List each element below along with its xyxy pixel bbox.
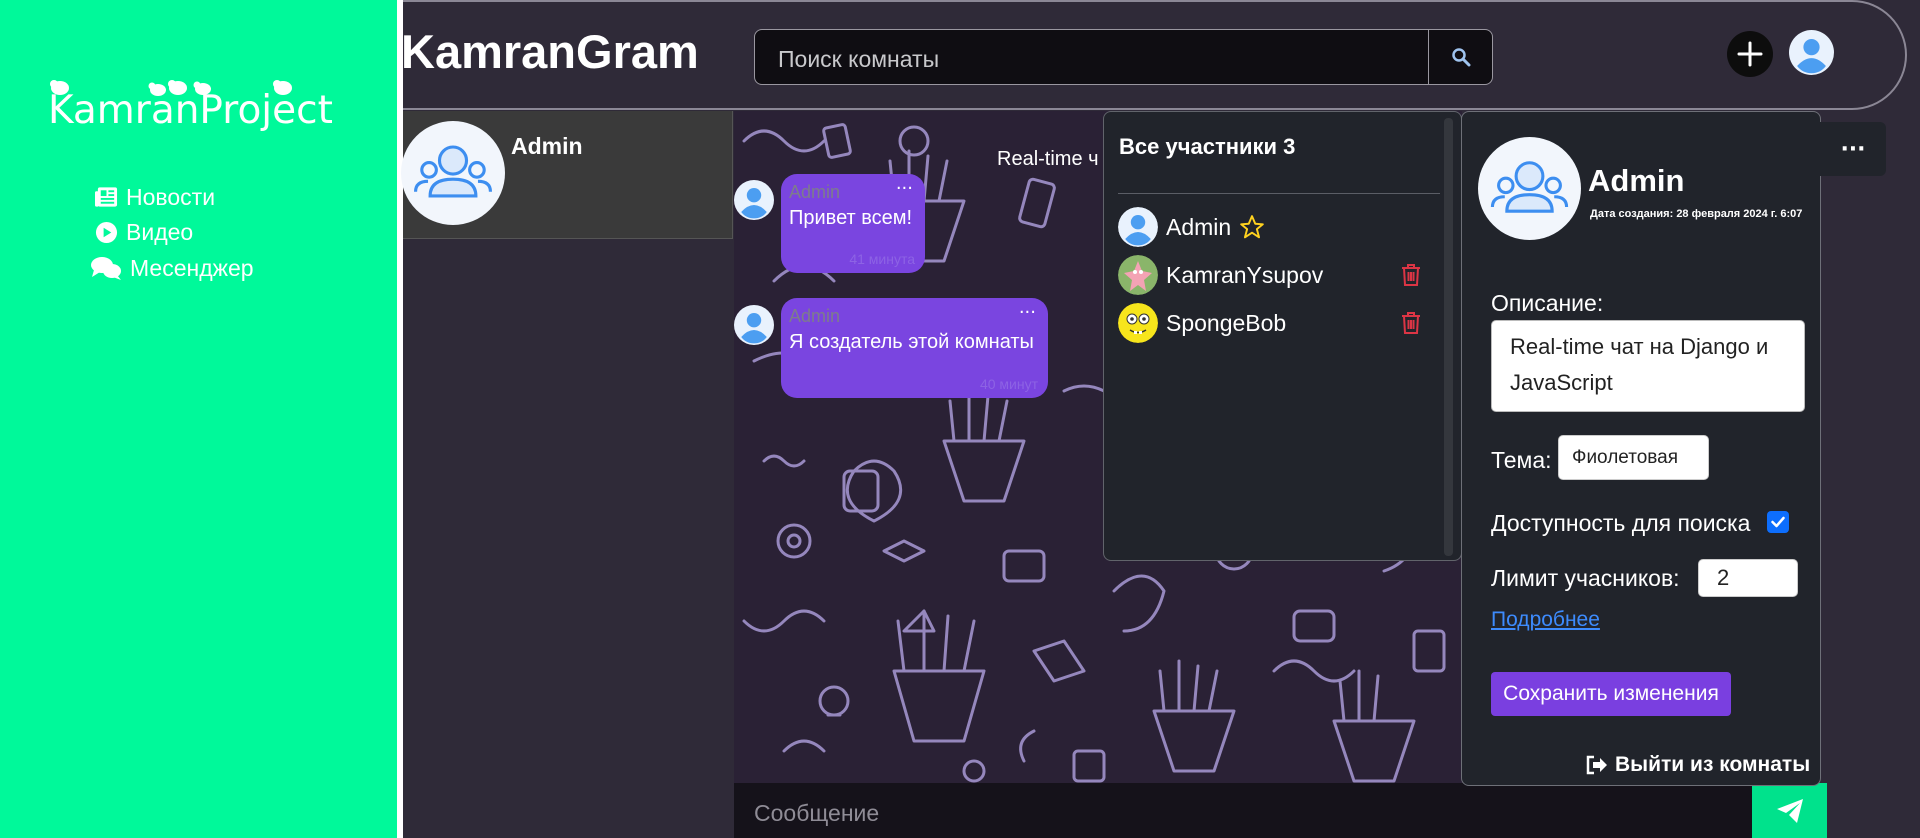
checkmark-icon [1771, 516, 1785, 528]
leave-room-label: Выйти из комнаты [1615, 753, 1811, 776]
user-avatar-icon [1789, 30, 1834, 75]
member-avatar [1118, 303, 1158, 343]
trash-icon [1402, 312, 1420, 334]
more-details-link[interactable]: Подробнее [1491, 608, 1600, 632]
room-created-date: Дата создания: 28 февраля 2024 г. 6:07 [1590, 208, 1803, 220]
message-bubble[interactable]: Admin ··· Привет всем! 41 минута [781, 174, 925, 273]
star-icon [1240, 215, 1265, 239]
trash-icon [1402, 264, 1420, 286]
room-name: Admin [511, 133, 583, 159]
message-menu-icon[interactable]: ··· [896, 178, 913, 199]
nav-video[interactable]: Видео [95, 215, 193, 249]
user-avatar-icon [1118, 207, 1158, 247]
message-avatar [734, 305, 774, 345]
plus-icon [1737, 41, 1763, 67]
room-info-avatar [1478, 137, 1581, 240]
divider [1118, 193, 1440, 194]
member-limit-input[interactable]: 2 [1698, 559, 1798, 597]
message-text: Я создатель этой комнаты [789, 331, 1034, 353]
spongebob-avatar-icon [1118, 303, 1158, 343]
user-avatar[interactable] [1789, 30, 1834, 75]
magnifier-icon [1452, 48, 1471, 67]
member-avatar [1118, 255, 1158, 295]
add-room-button[interactable] [1727, 31, 1773, 77]
searchable-checkbox[interactable] [1767, 511, 1789, 533]
logo-text: KamranProject [48, 88, 333, 133]
send-button[interactable] [1752, 783, 1827, 838]
message-author: Admin [789, 182, 841, 202]
brand-title: KamranGram [401, 25, 699, 78]
chat-header-title: Real-time ч [997, 148, 1099, 170]
member-name: Admin [1166, 213, 1232, 240]
member-item[interactable]: SpongeBob [1118, 303, 1286, 343]
search-button[interactable] [1428, 29, 1493, 85]
remove-member-button[interactable] [1400, 263, 1422, 287]
nav-news-label: Новости [126, 183, 216, 210]
room-avatar [401, 121, 505, 225]
message-time: 40 минут [979, 376, 1038, 392]
nav-news[interactable]: Новости [95, 180, 215, 214]
member-name: KamranYsupov [1166, 261, 1324, 288]
room-info-name: Admin [1588, 163, 1685, 198]
theme-label: Тема: [1491, 447, 1552, 473]
newspaper-icon [95, 187, 118, 207]
description-label: Описание: [1491, 290, 1604, 316]
member-avatar [1118, 207, 1158, 247]
room-menu-button[interactable]: ··· [1820, 122, 1886, 176]
group-avatar-icon [401, 121, 505, 225]
user-avatar-icon [734, 180, 774, 220]
message-text: Привет всем! [789, 207, 913, 229]
searchable-label: Доступность для поиска [1491, 510, 1751, 536]
chat-bubbles-icon [91, 257, 121, 280]
theme-select[interactable]: Фиолетовая [1558, 435, 1709, 480]
nav-messenger-label: Месенджер [130, 254, 254, 281]
patrick-avatar-icon [1118, 255, 1158, 295]
members-scrollbar[interactable] [1444, 118, 1453, 556]
remove-member-button[interactable] [1400, 311, 1422, 335]
member-name: SpongeBob [1166, 309, 1287, 336]
member-item[interactable]: Admin [1118, 207, 1265, 247]
message-input[interactable] [752, 798, 1656, 828]
user-avatar-icon [734, 305, 774, 345]
more-dots-icon: ··· [1840, 136, 1866, 162]
message-author: Admin [789, 306, 841, 326]
exit-icon [1586, 755, 1607, 775]
message-bubble[interactable]: Admin ··· Я создатель этой комнаты 40 ми… [781, 298, 1048, 398]
paper-plane-icon [1776, 798, 1803, 823]
member-item[interactable]: KamranYsupov [1118, 255, 1323, 295]
message-time: 41 минута [849, 251, 915, 267]
members-title: Все участники 3 [1119, 134, 1296, 159]
leave-room-button[interactable]: Выйти из комнаты [1585, 753, 1810, 777]
room-search-input[interactable] [776, 44, 1420, 74]
limit-label: Лимит учасников: [1491, 565, 1680, 591]
group-avatar-icon [1478, 137, 1581, 240]
message-menu-icon[interactable]: ··· [1019, 302, 1036, 323]
save-changes-button[interactable]: Сохранить изменения [1491, 672, 1731, 716]
description-textarea[interactable]: Real-time чат на Django и JavaScript [1491, 320, 1805, 412]
nav-video-label: Видео [126, 218, 194, 245]
message-avatar [734, 180, 774, 220]
play-circle-icon [95, 221, 118, 243]
nav-messenger[interactable]: Месенджер [91, 251, 254, 285]
